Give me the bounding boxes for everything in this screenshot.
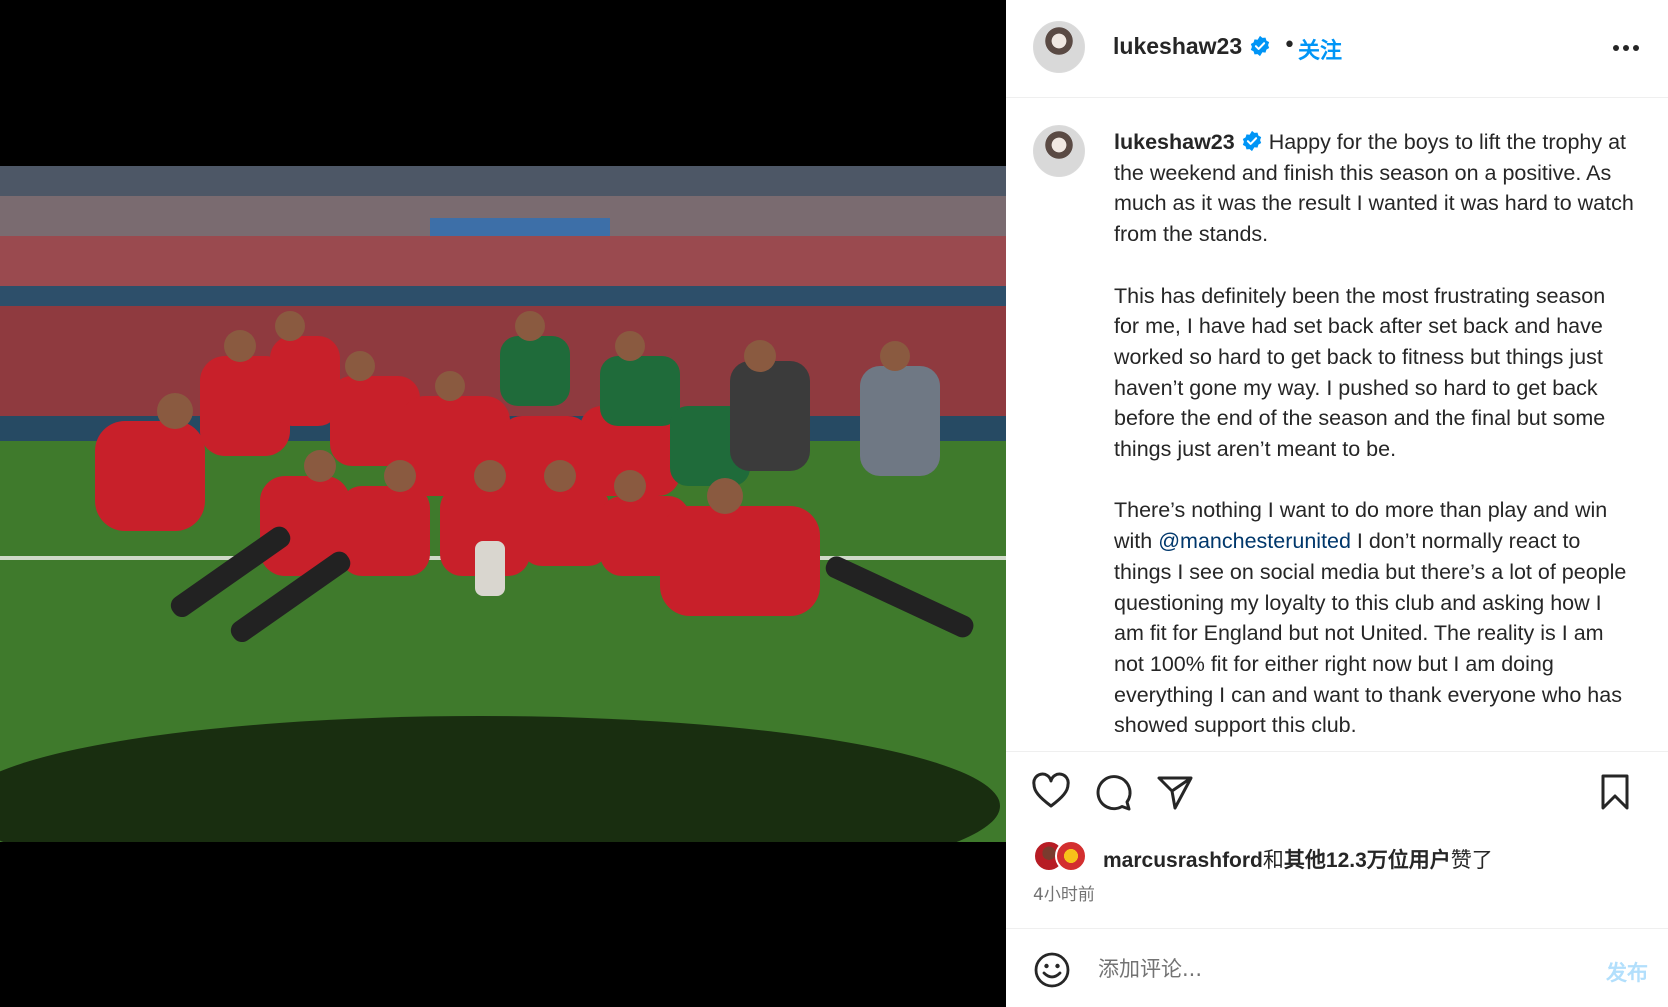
likes-summary: marcusrashford和其他12.3万位用户赞了 bbox=[1033, 840, 1653, 880]
post-side-panel: lukeshaw23 • 关注 lukeshaw23 Happy for the… bbox=[1006, 0, 1668, 1007]
mention-link[interactable]: @manchesterunited bbox=[1158, 529, 1351, 553]
author-username[interactable]: lukeshaw23 bbox=[1113, 33, 1242, 60]
likes-others[interactable]: 其他12.3万位用户 bbox=[1284, 849, 1451, 872]
likes-text[interactable]: marcusrashford和其他12.3万位用户赞了 bbox=[1103, 844, 1493, 874]
bookmark-icon[interactable] bbox=[1595, 772, 1635, 812]
post-caption: lukeshaw23 Happy for the boys to lift th… bbox=[1114, 127, 1634, 751]
action-bar bbox=[1006, 751, 1668, 831]
caption-username[interactable]: lukeshaw23 bbox=[1114, 130, 1235, 154]
likes-connector: 和 bbox=[1262, 849, 1284, 872]
post-media[interactable] bbox=[0, 0, 1006, 1007]
liker-username[interactable]: marcusrashford bbox=[1103, 849, 1263, 872]
team-celebration-image bbox=[0, 166, 1006, 842]
likes-suffix: 赞了 bbox=[1450, 849, 1493, 872]
header-separator: • bbox=[1283, 33, 1296, 58]
caption-paragraph-3: There’s nothing I want to do more than p… bbox=[1114, 495, 1634, 741]
more-options-icon[interactable] bbox=[1608, 30, 1644, 66]
caption-area: lukeshaw23 Happy for the boys to lift th… bbox=[1006, 99, 1668, 751]
caption-author-avatar[interactable] bbox=[1033, 125, 1085, 177]
post-comment-button[interactable]: 发布 bbox=[1606, 957, 1648, 987]
verified-badge-icon bbox=[1249, 35, 1271, 58]
comment-bar: 发布 bbox=[1006, 928, 1668, 1007]
comment-icon[interactable] bbox=[1093, 772, 1133, 812]
heart-icon[interactable] bbox=[1031, 772, 1071, 812]
author-avatar[interactable] bbox=[1033, 21, 1085, 73]
caption-p3-after: I don’t normally react to things I see o… bbox=[1114, 529, 1627, 738]
emoji-icon[interactable] bbox=[1033, 951, 1071, 989]
post-timestamp[interactable]: 4小时前 bbox=[1033, 880, 1095, 905]
share-icon[interactable] bbox=[1155, 772, 1195, 812]
follow-button[interactable]: 关注 bbox=[1298, 33, 1342, 65]
verified-badge-icon bbox=[1242, 130, 1261, 152]
post-header: lukeshaw23 • 关注 bbox=[1006, 0, 1668, 98]
liker-avatar[interactable] bbox=[1055, 840, 1087, 872]
caption-paragraph-2: This has definitely been the most frustr… bbox=[1114, 283, 1606, 462]
comment-input[interactable] bbox=[1098, 949, 1548, 989]
post-photo bbox=[0, 166, 1006, 842]
